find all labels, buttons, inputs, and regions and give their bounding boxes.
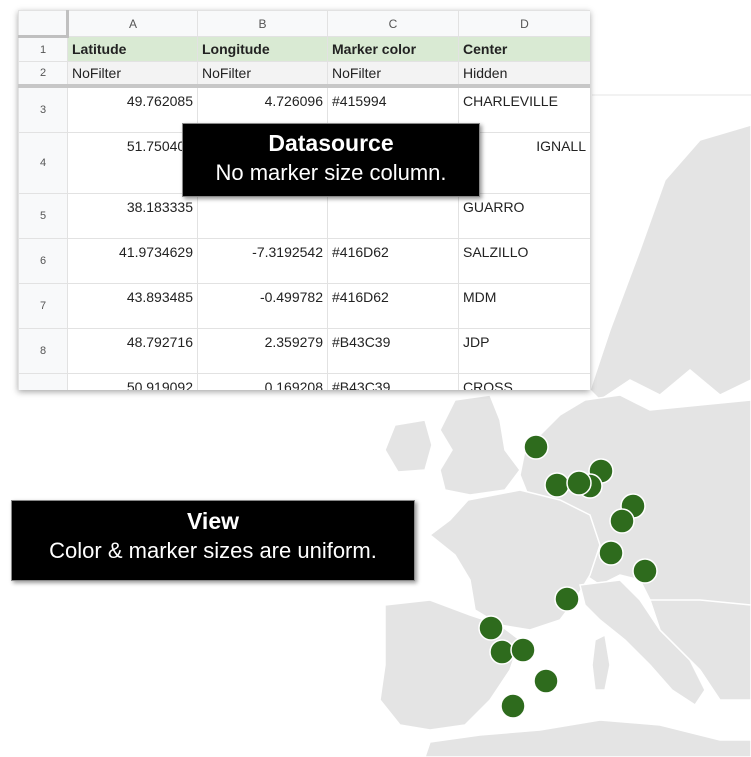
spreadsheet[interactable]: A B C D 1 Latitude Longitude Marker colo…	[18, 10, 590, 390]
map-marker[interactable]	[598, 540, 624, 566]
table-row: 9 50.919092 0.169208 #B43C39 CROSS	[18, 373, 590, 390]
cell-latitude[interactable]: 51.750400	[67, 132, 198, 194]
map-marker[interactable]	[609, 508, 635, 534]
land-uk	[439, 394, 521, 496]
cell-longitude[interactable]: 0.169208	[197, 373, 328, 390]
row-number[interactable]: 8	[18, 328, 68, 374]
cell-marker-color[interactable]	[327, 193, 459, 239]
row-number[interactable]: 3	[18, 85, 68, 133]
map-marker[interactable]	[632, 558, 658, 584]
row-number[interactable]: 4	[18, 132, 68, 194]
map-marker[interactable]	[533, 668, 559, 694]
select-all-corner[interactable]	[18, 10, 69, 38]
filter-cell[interactable]: NoFilter	[197, 61, 328, 88]
cell-longitude[interactable]: -7.3192542	[197, 238, 328, 284]
map-marker[interactable]	[544, 472, 570, 498]
land-scandinavia	[589, 124, 751, 401]
cell-latitude[interactable]: 48.792716	[67, 328, 198, 374]
cell-longitude[interactable]: -0.499782	[197, 283, 328, 329]
cell-latitude[interactable]: 43.893485	[67, 283, 198, 329]
callout-title: Datasource	[268, 130, 394, 156]
header-cell-center[interactable]: Center	[458, 36, 590, 62]
cell-marker-color[interactable]: #416D62	[327, 238, 459, 284]
land-ireland	[384, 419, 433, 473]
column-header-d[interactable]: D	[458, 10, 590, 37]
cell-marker-color[interactable]: #B43C39	[327, 328, 459, 374]
header-cell-latitude[interactable]: Latitude	[67, 36, 198, 62]
column-header-c[interactable]: C	[327, 10, 459, 37]
filter-cell[interactable]: Hidden	[458, 61, 590, 88]
datasource-callout: Datasource No marker size column.	[182, 123, 480, 197]
cell-center[interactable]: GUARRO	[458, 193, 590, 239]
row-number[interactable]: 9	[18, 373, 68, 390]
column-header-b[interactable]: B	[197, 10, 328, 37]
cell-latitude[interactable]: 50.919092	[67, 373, 198, 390]
cell-latitude[interactable]: 49.762085	[67, 85, 198, 133]
land-corsica-sardinia	[591, 633, 611, 691]
view-callout: View Color & marker sizes are uniform.	[11, 500, 415, 581]
header-cell-marker-color[interactable]: Marker color	[327, 36, 459, 62]
cell-longitude[interactable]	[197, 193, 328, 239]
cell-latitude[interactable]: 41.9734629	[67, 238, 198, 284]
table-row: 5 38.183335 GUARRO	[18, 193, 590, 239]
map-marker[interactable]	[566, 470, 592, 496]
map-marker[interactable]	[478, 615, 504, 641]
map-marker[interactable]	[489, 639, 515, 665]
column-header-a[interactable]: A	[67, 10, 198, 37]
callout-title: View	[187, 508, 239, 534]
cell-marker-color[interactable]: #B43C39	[327, 373, 459, 390]
land-north-africa	[424, 719, 751, 757]
row-number[interactable]: 7	[18, 283, 68, 329]
cell-center[interactable]: CROSS	[458, 373, 590, 390]
map-marker[interactable]	[500, 693, 526, 719]
row-number[interactable]: 5	[18, 193, 68, 239]
table-row: 7 43.893485 -0.499782 #416D62 MDM	[18, 283, 590, 329]
callout-subtitle: No marker size column.	[215, 160, 447, 185]
filter-cell[interactable]: NoFilter	[327, 61, 459, 88]
cell-marker-color[interactable]: #416D62	[327, 283, 459, 329]
map-marker[interactable]	[510, 637, 536, 663]
cell-center[interactable]: MDM	[458, 283, 590, 329]
cell-longitude[interactable]: 2.359279	[197, 328, 328, 374]
map-marker[interactable]	[523, 434, 549, 460]
row-number[interactable]: 1	[18, 36, 68, 62]
callout-subtitle: Color & marker sizes are uniform.	[49, 538, 377, 563]
cell-center[interactable]: JDP	[458, 328, 590, 374]
table-row: 8 48.792716 2.359279 #B43C39 JDP	[18, 328, 590, 374]
table-row: 6 41.9734629 -7.3192542 #416D62 SALZILLO	[18, 238, 590, 284]
row-number[interactable]: 6	[18, 238, 68, 284]
header-cell-longitude[interactable]: Longitude	[197, 36, 328, 62]
filter-cell[interactable]: NoFilter	[67, 61, 198, 88]
cell-latitude[interactable]: 38.183335	[67, 193, 198, 239]
cell-center[interactable]: SALZILLO	[458, 238, 590, 284]
map-marker[interactable]	[554, 586, 580, 612]
row-number[interactable]: 2	[18, 61, 68, 88]
